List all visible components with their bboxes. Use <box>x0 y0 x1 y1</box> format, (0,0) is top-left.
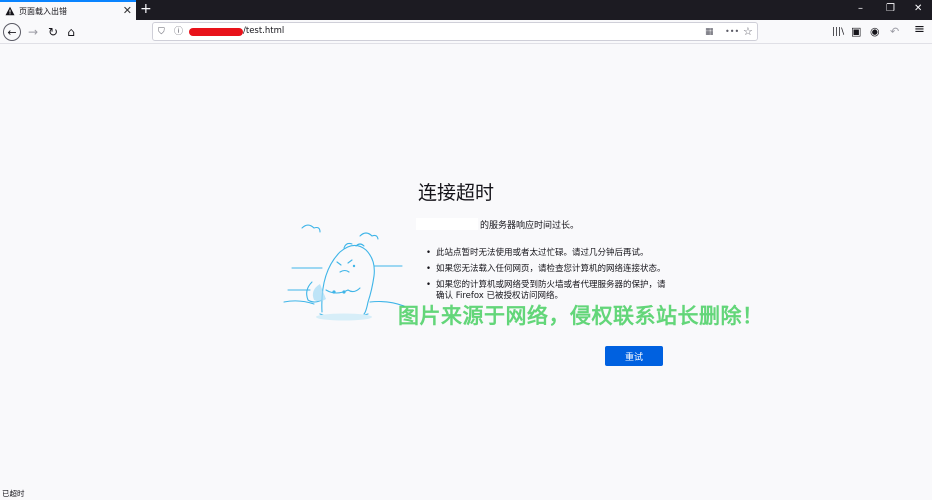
url-text[interactable]: /test.html <box>243 26 284 36</box>
error-description: 的服务器响应时间过长。 <box>480 221 580 231</box>
library-icon[interactable]: |||\ <box>832 24 844 40</box>
redacted-host <box>189 28 243 36</box>
navigation-toolbar: ← → ↻ ⌂ ⛉ ⓘ /test.html ▦ ••• ☆ |||\ ▣ ◉ … <box>0 20 932 44</box>
list-item: 此站点暂时无法使用或者太过忙碌。请过几分钟后再试。 <box>426 248 666 259</box>
tab-title: 页面载入出错 <box>19 6 67 16</box>
bookmark-star-icon[interactable]: ☆ <box>743 24 753 40</box>
tab-strip: 页面载入出错 ✕ + – ❐ ✕ <box>0 0 932 20</box>
list-item: 如果您的计算机或网络受到防火墙或者代理服务器的保护，请确认 Firefox 已被… <box>426 280 666 302</box>
menu-icon[interactable]: ≡ <box>914 22 925 38</box>
restore-icon[interactable]: ❐ <box>886 3 895 15</box>
account-icon[interactable]: ◉ <box>870 24 880 40</box>
status-text: 已超时 <box>2 489 25 498</box>
url-bar[interactable]: ⛉ ⓘ /test.html ▦ ••• ☆ <box>152 22 758 41</box>
shield-icon[interactable]: ⛉ <box>158 24 165 40</box>
error-title: 连接超时 <box>418 182 495 204</box>
retry-button[interactable]: 重试 <box>605 346 663 366</box>
sidebar-icon[interactable]: ▣ <box>851 24 861 40</box>
error-suggestions-list: 此站点暂时无法使用或者太过忙碌。请过几分钟后再试。 如果您无法载入任何网页，请检… <box>426 248 666 307</box>
info-icon[interactable]: ⓘ <box>174 24 183 40</box>
back-icon[interactable]: ← <box>3 23 21 41</box>
warning-icon <box>5 6 15 16</box>
host-placeholder <box>416 218 478 230</box>
watermark-text: 图片来源于网络，侵权联系站长删除！ <box>398 304 764 328</box>
qr-code-icon[interactable]: ▦ <box>705 24 714 40</box>
tab-close-icon[interactable]: ✕ <box>123 4 132 18</box>
reload-icon[interactable]: ↻ <box>45 23 61 41</box>
list-item: 如果您无法载入任何网页，请检查您计算机的网络连接状态。 <box>426 264 666 275</box>
dinosaur-illustration-icon <box>283 224 405 321</box>
tab-active[interactable]: 页面载入出错 ✕ <box>0 0 136 20</box>
forward-icon[interactable]: → <box>25 23 41 41</box>
new-tab-icon[interactable]: + <box>140 1 152 17</box>
minimize-icon[interactable]: – <box>858 3 863 15</box>
home-icon[interactable]: ⌂ <box>63 23 79 41</box>
undo-icon[interactable]: ↶ <box>890 24 899 40</box>
window-close-icon[interactable]: ✕ <box>914 3 922 15</box>
more-actions-icon[interactable]: ••• <box>725 24 739 40</box>
